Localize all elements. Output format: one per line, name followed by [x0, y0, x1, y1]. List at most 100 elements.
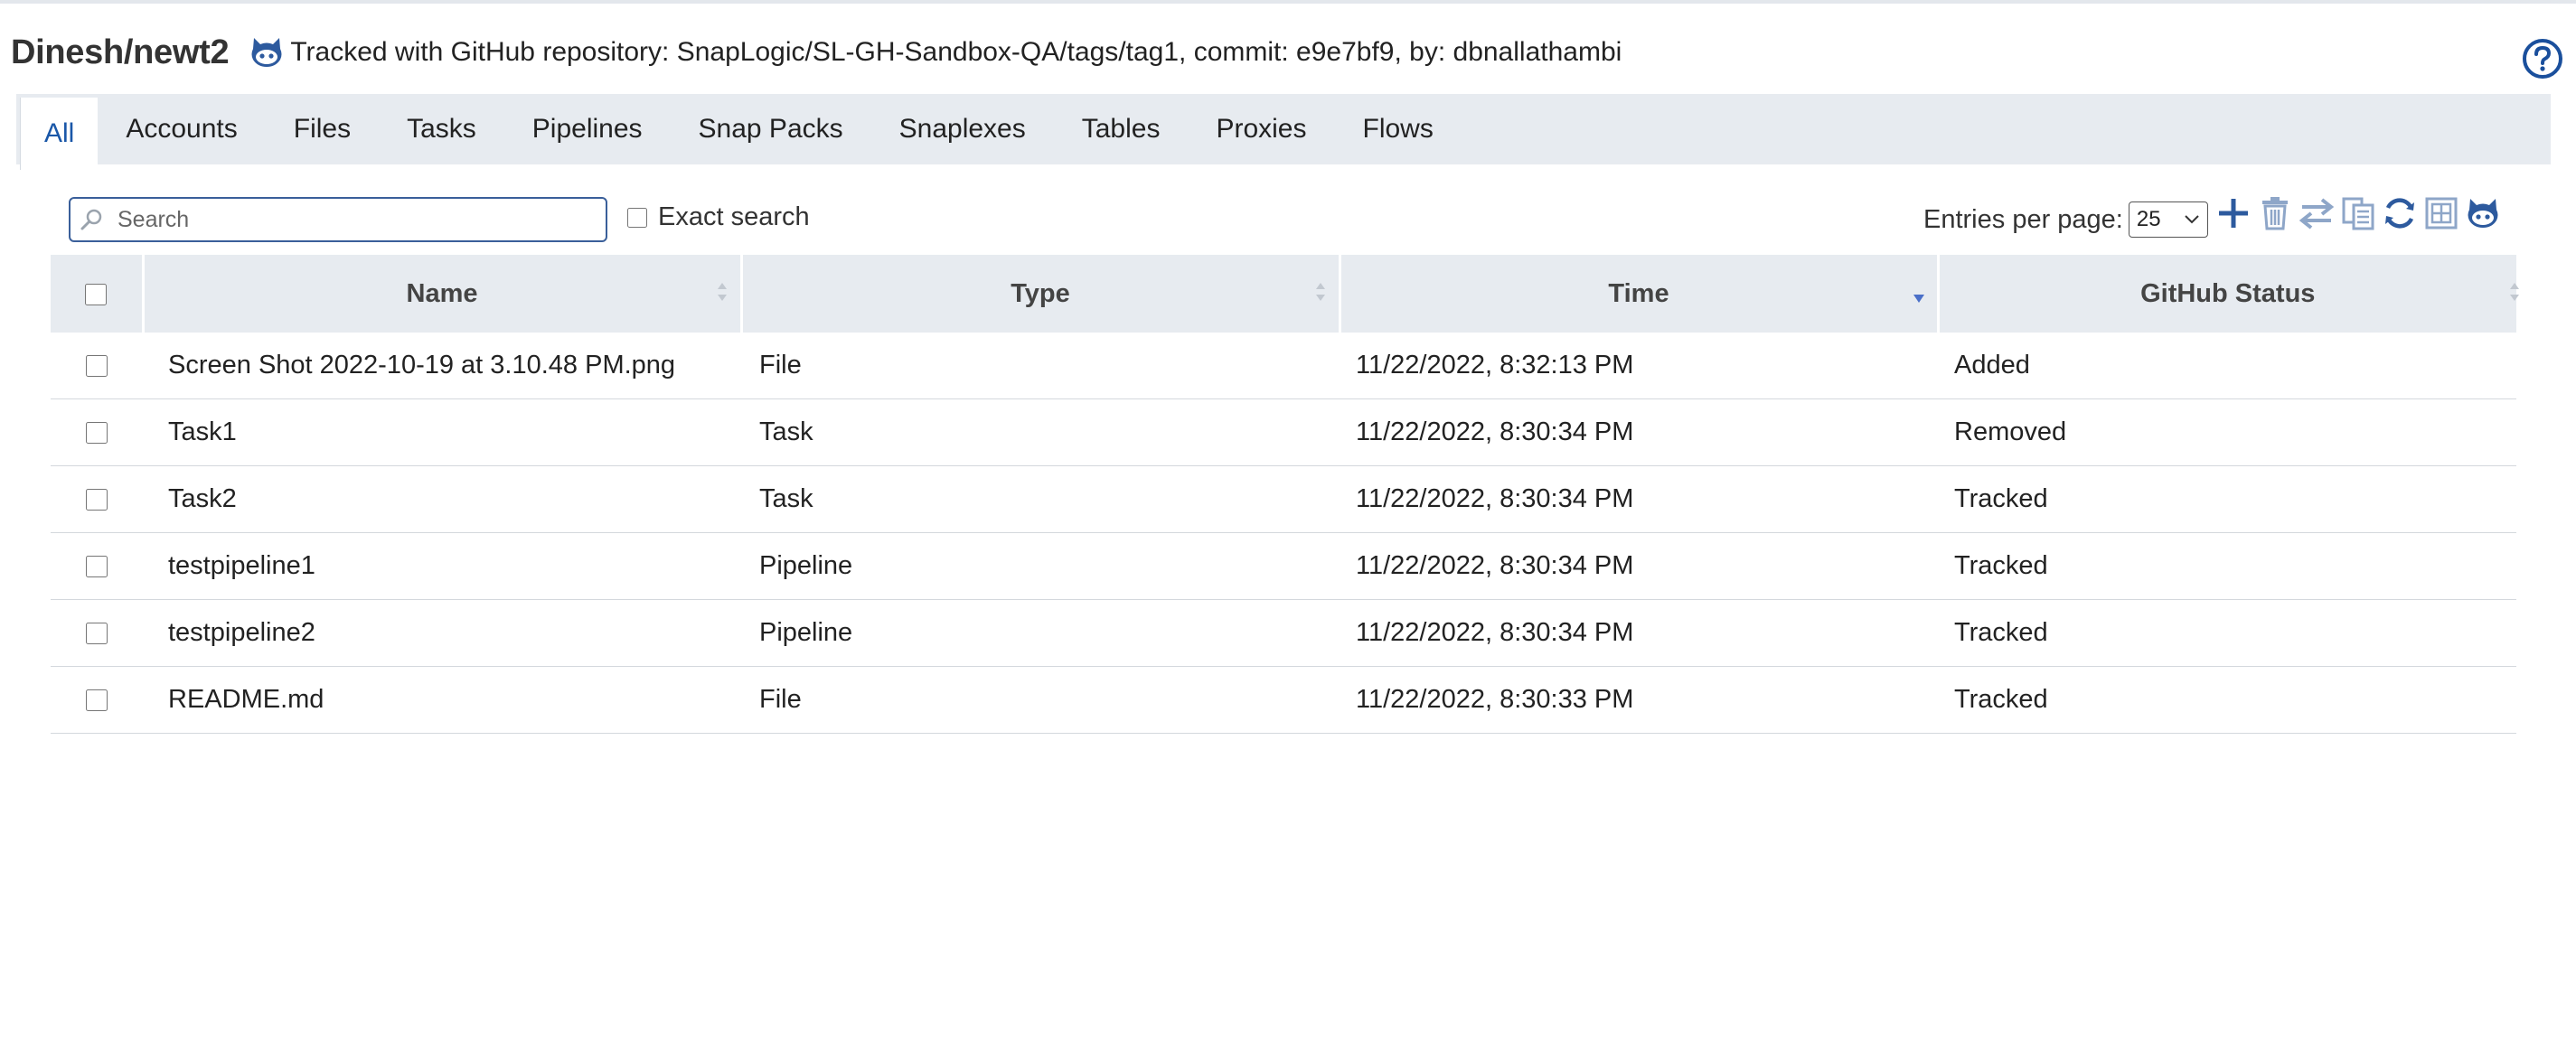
github-status-cell: Tracked	[1938, 532, 2516, 600]
asset-name-cell[interactable]: testpipeline2	[143, 599, 741, 667]
table-actions	[2215, 195, 2506, 231]
tab-proxies[interactable]: Proxies	[1188, 94, 1334, 164]
search-box[interactable]	[69, 197, 607, 242]
github-status-cell: Removed	[1938, 398, 2516, 466]
row-checkbox[interactable]	[86, 355, 108, 378]
tab-pipelines[interactable]: Pipelines	[504, 94, 671, 164]
tab-snaplexes[interactable]: Snaplexes	[871, 94, 1054, 164]
asset-name-cell[interactable]: Task1	[143, 398, 741, 466]
delete-icon	[2262, 197, 2288, 230]
tab-tables[interactable]: Tables	[1054, 94, 1189, 164]
expand-button[interactable]	[2423, 195, 2459, 231]
github-status-cell: Tracked	[1938, 599, 2516, 667]
row-checkbox[interactable]	[86, 489, 108, 511]
tab-flows[interactable]: Flows	[1335, 94, 1462, 164]
delete-button[interactable]	[2257, 195, 2293, 231]
github-status-cell: Tracked	[1938, 465, 2516, 533]
row-select-cell	[51, 532, 143, 600]
github-status-cell: Tracked	[1938, 666, 2516, 734]
column-header-label: GitHub Status	[2140, 278, 2316, 308]
entries-per-page-value: 25	[2136, 207, 2161, 231]
question-circle-icon	[2523, 39, 2562, 79]
table-row[interactable]: Task1 Task 11/22/2022, 8:30:34 PM Removed	[51, 398, 2516, 466]
asset-name-cell[interactable]: Screen Shot 2022-10-19 at 3.10.48 PM.png	[143, 333, 741, 399]
table-header-row: Name Type Time GitHub Status	[51, 255, 2519, 333]
assets-table-container: Name Type Time GitHub Status Screen Shot…	[51, 255, 2519, 734]
github-icon	[249, 34, 285, 70]
tab-accounts[interactable]: Accounts	[98, 94, 265, 164]
exact-search-checkbox[interactable]	[627, 207, 647, 228]
github-button[interactable]	[2465, 195, 2501, 231]
refresh-button[interactable]	[2382, 195, 2418, 231]
sort-both-icon	[2510, 283, 2519, 301]
select-all-header	[51, 255, 145, 333]
column-header-name[interactable]: Name	[143, 255, 743, 333]
assets-table: Name Type Time GitHub Status Screen Shot…	[51, 255, 2519, 734]
expand-icon	[2425, 197, 2458, 230]
column-header-type[interactable]: Type	[741, 255, 1341, 333]
row-select-cell	[51, 333, 143, 399]
table-row[interactable]: README.md File 11/22/2022, 8:30:33 PM Track…	[51, 666, 2516, 734]
asset-type-cell: Task	[741, 398, 1340, 466]
asset-time-cell: 11/22/2022, 8:30:34 PM	[1340, 465, 1938, 533]
column-header-time[interactable]: Time	[1340, 255, 1940, 333]
page-header: Dinesh/newt2 Tracked with GitHub reposit…	[11, 27, 1622, 78]
asset-time-cell: 11/22/2022, 8:30:33 PM	[1340, 666, 1938, 734]
select-all-checkbox[interactable]	[85, 283, 108, 305]
tab-tasks[interactable]: Tasks	[379, 94, 504, 164]
row-checkbox[interactable]	[86, 422, 108, 445]
tab-files[interactable]: Files	[266, 94, 379, 164]
copy-icon	[2342, 197, 2374, 230]
sort-both-icon	[717, 283, 727, 301]
exact-search-option[interactable]: Exact search	[627, 202, 810, 232]
tab-snap-packs[interactable]: Snap Packs	[671, 94, 871, 164]
asset-type-cell: Task	[741, 465, 1340, 533]
column-header-github-status[interactable]: GitHub Status	[1938, 255, 2519, 333]
row-select-cell	[51, 599, 143, 667]
github-icon	[2468, 199, 2498, 228]
sort-both-icon	[1315, 283, 1325, 301]
table-row[interactable]: Screen Shot 2022-10-19 at 3.10.48 PM.png…	[51, 333, 2516, 399]
search-input[interactable]	[116, 205, 589, 234]
help-button[interactable]	[2522, 38, 2563, 80]
move-icon	[2299, 198, 2335, 230]
row-checkbox[interactable]	[86, 689, 108, 712]
column-header-label: Name	[406, 278, 478, 308]
search-icon	[80, 209, 102, 230]
entries-per-page-label: Entries per page:	[1923, 204, 2123, 234]
table-row[interactable]: testpipeline2 Pipeline 11/22/2022, 8:30:34…	[51, 599, 2516, 667]
tab-all[interactable]: All	[20, 98, 99, 170]
project-title: Dinesh/newt2	[11, 33, 230, 71]
github-status-cell: Added	[1938, 333, 2516, 399]
entries-per-page-select[interactable]: 25	[2128, 201, 2208, 238]
table-toolbar: Exact search Entries per page: 25	[69, 197, 2518, 248]
refresh-icon	[2385, 198, 2414, 229]
add-icon	[2219, 199, 2248, 228]
add-button[interactable]	[2215, 195, 2252, 231]
copy-button[interactable]	[2340, 195, 2376, 231]
table-row[interactable]: Task2 Task 11/22/2022, 8:30:34 PM Tracked	[51, 465, 2516, 533]
table-row[interactable]: testpipeline1 Pipeline 11/22/2022, 8:30:34…	[51, 532, 2516, 600]
asset-type-cell: Pipeline	[741, 599, 1340, 667]
asset-type-cell: File	[741, 666, 1340, 734]
column-header-label: Time	[1608, 278, 1669, 308]
column-header-label: Type	[1011, 278, 1070, 308]
entries-per-page: Entries per page: 25	[1923, 197, 2208, 242]
tracking-info: Tracked with GitHub repository: SnapLogi…	[290, 37, 1622, 67]
row-select-cell	[51, 465, 143, 533]
sort-descending-icon	[1913, 295, 1924, 303]
move-button[interactable]	[2299, 195, 2335, 231]
asset-time-cell: 11/22/2022, 8:30:34 PM	[1340, 398, 1938, 466]
row-checkbox[interactable]	[86, 623, 108, 645]
asset-tabs: All Accounts Files Tasks Pipelines Snap Packs…	[16, 94, 2551, 170]
row-checkbox[interactable]	[86, 556, 108, 578]
asset-name-cell[interactable]: Task2	[143, 465, 741, 533]
row-select-cell	[51, 398, 143, 466]
asset-time-cell: 11/22/2022, 8:30:34 PM	[1340, 532, 1938, 600]
asset-time-cell: 11/22/2022, 8:32:13 PM	[1340, 333, 1938, 399]
asset-name-cell[interactable]: testpipeline1	[143, 532, 741, 600]
asset-name-cell[interactable]: README.md	[143, 666, 741, 734]
asset-time-cell: 11/22/2022, 8:30:34 PM	[1340, 599, 1938, 667]
asset-type-cell: File	[741, 333, 1340, 399]
chevron-down-icon	[2185, 215, 2199, 224]
